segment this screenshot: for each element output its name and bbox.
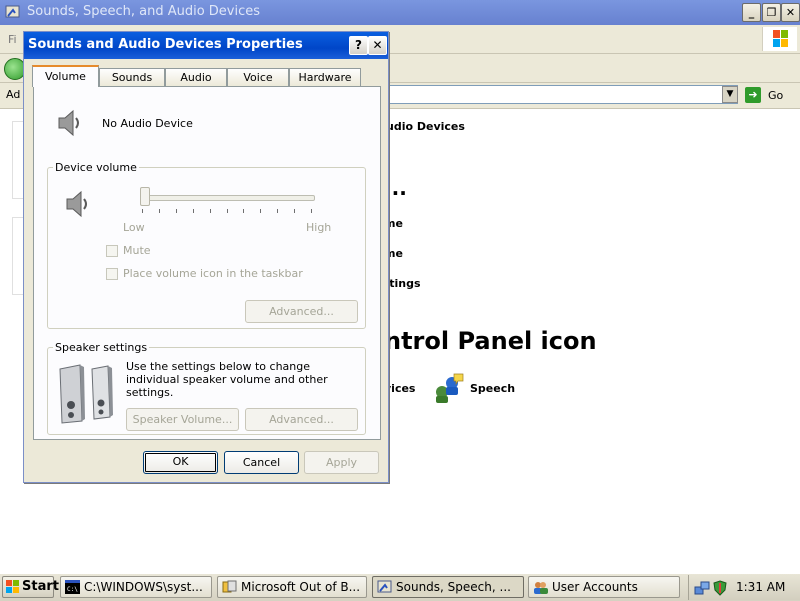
device-volume-label: Device volume xyxy=(53,161,139,174)
taskbar-item-label: Microsoft Out of B... xyxy=(241,580,361,594)
taskbar: Start C:\ C:\WINDOWS\syst... Microsoft O… xyxy=(0,573,800,601)
go-arrow-icon[interactable]: ➜ xyxy=(745,87,761,103)
cancel-button[interactable]: Cancel xyxy=(224,451,299,474)
windows-logo-icon xyxy=(762,27,797,51)
minimize-button[interactable]: _ xyxy=(742,3,761,22)
ok-button[interactable]: OK xyxy=(143,451,218,474)
slider-tick xyxy=(226,209,228,213)
start-label: Start xyxy=(22,579,59,594)
slider-tick xyxy=(142,209,143,213)
task-link[interactable]: ttings xyxy=(384,277,421,290)
slider-tick xyxy=(192,209,194,213)
clock[interactable]: 1:31 AM xyxy=(736,580,785,594)
slider-tick xyxy=(294,209,296,213)
slider-tick xyxy=(209,209,211,213)
taskbar-item-cmd[interactable]: C:\ C:\WINDOWS\syst... xyxy=(60,576,212,598)
taskbar-item-sounds[interactable]: Sounds, Speech, ... xyxy=(372,576,524,598)
slider-tick xyxy=(175,209,177,213)
tab-audio[interactable]: Audio xyxy=(165,68,227,86)
menu-file[interactable]: Fi xyxy=(8,33,17,46)
taskbar-icon-checkbox[interactable] xyxy=(106,268,118,280)
slider-tick xyxy=(277,209,279,213)
close-button[interactable]: ✕ xyxy=(368,36,387,55)
restore-button[interactable]: ❐ xyxy=(762,3,781,22)
tab-volume[interactable]: Volume xyxy=(32,65,99,87)
help-button[interactable]: ? xyxy=(349,36,368,55)
background-window-titlebar[interactable]: Sounds, Speech, and Audio Devices _ ❐ ✕ xyxy=(0,0,800,25)
cmd-icon: C:\ xyxy=(65,580,80,594)
pick-icon-heading: ntrol Panel icon xyxy=(384,327,597,355)
cpl-link-speech[interactable]: Speech xyxy=(470,382,515,395)
mute-checkbox[interactable] xyxy=(106,245,118,257)
speaker-volume-button[interactable]: Speaker Volume... xyxy=(126,408,239,431)
address-input[interactable] xyxy=(388,85,738,104)
network-icon[interactable] xyxy=(694,580,710,596)
dialog-titlebar[interactable]: Sounds and Audio Devices Properties ? ✕ xyxy=(24,32,388,59)
high-label: High xyxy=(306,221,332,234)
control-panel-icon xyxy=(377,580,392,593)
tab-hardware[interactable]: Hardware xyxy=(289,68,361,86)
taskbar-item-users[interactable]: User Accounts xyxy=(528,576,680,598)
slider-tick xyxy=(243,209,245,213)
apply-button[interactable]: Apply xyxy=(304,451,379,474)
windows-logo-icon xyxy=(6,580,19,593)
category-title: udio Devices xyxy=(386,120,465,133)
taskbar-item-label: C:\WINDOWS\syst... xyxy=(84,580,203,594)
background-window-title: Sounds, Speech, and Audio Devices xyxy=(27,4,261,19)
start-button[interactable]: Start xyxy=(2,576,59,598)
users-icon xyxy=(534,582,548,594)
device-name: No Audio Device xyxy=(102,117,193,130)
go-button[interactable]: Go xyxy=(768,89,783,102)
taskbar-item-oobe[interactable]: Microsoft Out of B... xyxy=(217,576,367,598)
security-shield-icon[interactable] xyxy=(712,580,728,596)
low-label: Low xyxy=(123,221,145,234)
volume-slider-thumb[interactable] xyxy=(140,187,150,206)
speaker-settings-label: Speaker settings xyxy=(53,341,150,354)
speaker-advanced-button[interactable]: Advanced... xyxy=(245,408,358,431)
slider-tick xyxy=(260,209,262,213)
speaker-icon xyxy=(66,190,87,218)
dialog-title: Sounds and Audio Devices Properties xyxy=(28,37,303,52)
tab-sounds[interactable]: Sounds xyxy=(99,68,165,86)
speaker-icon xyxy=(58,109,79,137)
chevron-down-icon[interactable]: ▼ xyxy=(722,86,738,103)
mute-label: Mute xyxy=(123,244,151,257)
advanced-button[interactable]: Advanced... xyxy=(245,300,358,323)
tab-voice[interactable]: Voice xyxy=(227,68,289,86)
close-button[interactable]: ✕ xyxy=(781,3,800,22)
slider-tick xyxy=(158,209,160,213)
speech-icon[interactable] xyxy=(432,372,464,404)
svg-text:C:\: C:\ xyxy=(67,586,78,593)
volume-tab-panel: No Audio Device Device volume Low High M… xyxy=(33,86,381,440)
address-label: Ad xyxy=(6,88,21,101)
properties-dialog: Sounds and Audio Devices Properties ? ✕ … xyxy=(23,31,389,483)
speaker-settings-description: Use the settings below to change individ… xyxy=(126,360,328,399)
system-tray: 1:31 AM xyxy=(688,575,800,600)
taskbar-item-label: Sounds, Speech, ... xyxy=(396,580,511,594)
taskbar-item-label: User Accounts xyxy=(552,580,638,594)
volume-slider-track[interactable] xyxy=(141,195,315,201)
slider-tick xyxy=(311,209,312,213)
control-panel-icon xyxy=(5,5,20,18)
speakers-icon xyxy=(59,364,113,424)
oobe-icon xyxy=(222,580,237,593)
taskbar-icon-label: Place volume icon in the taskbar xyxy=(123,267,303,280)
